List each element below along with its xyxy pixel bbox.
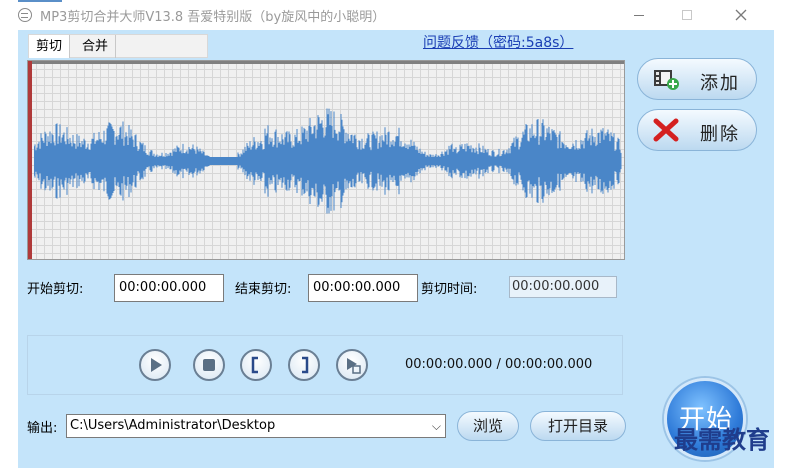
play-selection-button[interactable]	[336, 349, 368, 381]
right-bracket-icon	[302, 356, 309, 374]
cut-duration-label: 剪切时间:	[421, 282, 478, 297]
tab-strip: 剪切 合并	[28, 34, 208, 58]
watermark-logo: 最需教育	[674, 425, 770, 454]
minimize-button[interactable]	[616, 0, 662, 30]
cut-duration-field: 00:00:00.000	[509, 276, 617, 298]
add-button[interactable]: 添加	[637, 58, 757, 100]
window-title: MP3剪切合并大师V13.8 吾爱特别版（by旋风中的小聪明）	[40, 10, 386, 25]
waveform-view[interactable]	[27, 60, 625, 260]
title-bar: MP3剪切合并大师V13.8 吾爱特别版（by旋风中的小聪明）	[0, 0, 796, 30]
start-cut-input[interactable]: 00:00:00.000	[114, 274, 224, 302]
chevron-down-icon[interactable]: ⌵	[432, 415, 441, 437]
end-cut-input[interactable]: 00:00:00.000	[308, 274, 418, 302]
tab-merge[interactable]: 合并	[75, 35, 117, 58]
feedback-link[interactable]: 问题反馈（密码:5a8s）	[423, 32, 573, 52]
time-readout: 00:00:00.000 / 00:00:00.000	[405, 357, 593, 372]
play-button[interactable]	[139, 349, 171, 381]
output-path-select[interactable]: C:\Users\Administrator\Desktop ⌵	[66, 414, 446, 438]
delete-x-icon	[653, 118, 679, 142]
delete-button-label: 删除	[700, 124, 740, 145]
play-selection-icon	[347, 358, 361, 374]
end-cut-label: 结束剪切:	[235, 282, 292, 297]
close-icon	[735, 9, 747, 21]
set-start-button[interactable]	[240, 349, 272, 381]
waveform-top-bar	[28, 61, 624, 64]
player-panel: 00:00:00.000 / 00:00:00.000	[27, 335, 623, 395]
set-end-button[interactable]	[288, 349, 320, 381]
stop-icon	[203, 359, 215, 371]
title-accent	[18, 0, 62, 2]
maximize-icon	[682, 10, 692, 20]
playhead-marker[interactable]	[28, 61, 32, 259]
add-button-label: 添加	[700, 73, 740, 94]
stop-button[interactable]	[193, 349, 225, 381]
app-icon	[18, 8, 32, 22]
maximize-button[interactable]	[664, 0, 710, 30]
minimize-icon	[634, 14, 644, 16]
start-cut-label: 开始剪切:	[27, 282, 84, 297]
close-button[interactable]	[718, 0, 764, 30]
main-panel: 剪切 合并 问题反馈（密码:5a8s） 添加 删除 开始剪切: 00:00:00…	[18, 30, 774, 468]
tab-cut[interactable]: 剪切	[29, 35, 71, 58]
audio-waveform	[34, 108, 622, 214]
open-directory-button[interactable]: 打开目录	[530, 411, 626, 441]
output-label: 输出:	[27, 421, 58, 436]
output-path-value: C:\Users\Administrator\Desktop	[70, 418, 276, 433]
left-bracket-icon	[251, 356, 258, 374]
add-file-icon	[654, 70, 679, 90]
delete-button[interactable]: 删除	[637, 109, 757, 151]
waveform-trace	[34, 108, 622, 214]
play-icon	[151, 358, 162, 372]
browse-button[interactable]: 浏览	[457, 411, 519, 441]
